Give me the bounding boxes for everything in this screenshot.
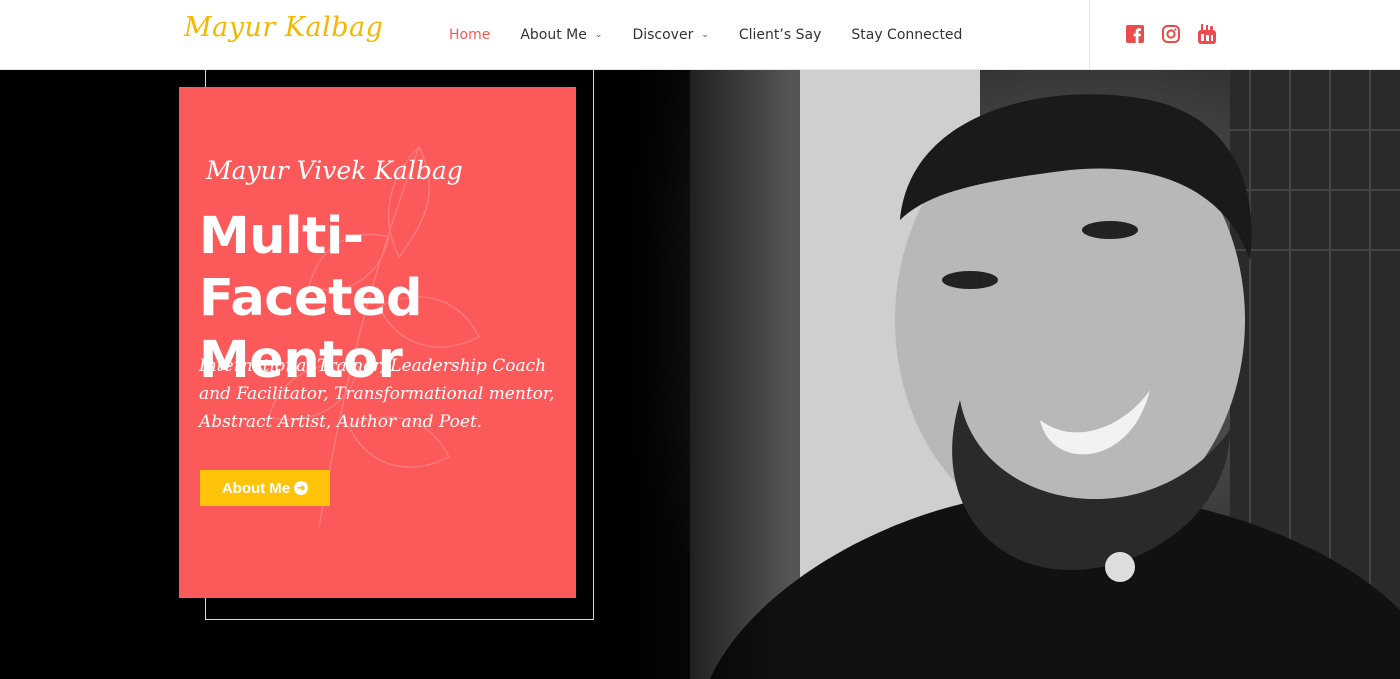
arrow-circle-right-icon: ➜	[294, 481, 309, 495]
hero-name: Mayur Vivek Kalbag	[206, 156, 463, 185]
photo-fade-overlay	[630, 70, 790, 679]
nav-stay-connected[interactable]: Stay Connected	[851, 27, 962, 43]
facebook-icon[interactable]	[1125, 24, 1145, 44]
nav-clients-say[interactable]: Client’s Say	[739, 27, 821, 43]
header-divider	[1089, 0, 1090, 70]
social-links	[1125, 24, 1233, 44]
hero-section: Mayur Vivek Kalbag Multi-Faceted Mentor …	[0, 70, 1400, 679]
nav-stay-connected-label: Stay Connected	[851, 27, 963, 43]
about-me-button-label: About Me	[221, 479, 291, 497]
nav-clients-say-label: Client’s Say	[738, 27, 822, 43]
chevron-down-icon: ⌄	[594, 30, 603, 40]
nav-home-label: Home	[449, 27, 491, 43]
hero-description: International Trainer, Leadership Coach …	[199, 356, 555, 432]
about-me-button[interactable]: About Me ➜	[200, 470, 330, 506]
logo[interactable]: Mayur Kalbag	[184, 12, 383, 43]
site-header: Mayur Kalbag Home About Me ⌄ Discover ⌄ …	[0, 0, 1400, 70]
nav-home[interactable]: Home	[449, 27, 490, 43]
nav-discover[interactable]: Discover ⌄	[632, 27, 708, 43]
nav-about-me[interactable]: About Me ⌄	[520, 27, 602, 43]
nav-about-me-label: About Me	[520, 27, 587, 43]
nav-discover-label: Discover	[632, 27, 694, 43]
main-nav: Home About Me ⌄ Discover ⌄ Client’s Say …	[449, 0, 992, 70]
instagram-icon[interactable]	[1161, 24, 1181, 44]
youtube-icon[interactable]	[1197, 24, 1217, 44]
chevron-down-icon: ⌄	[701, 30, 709, 40]
